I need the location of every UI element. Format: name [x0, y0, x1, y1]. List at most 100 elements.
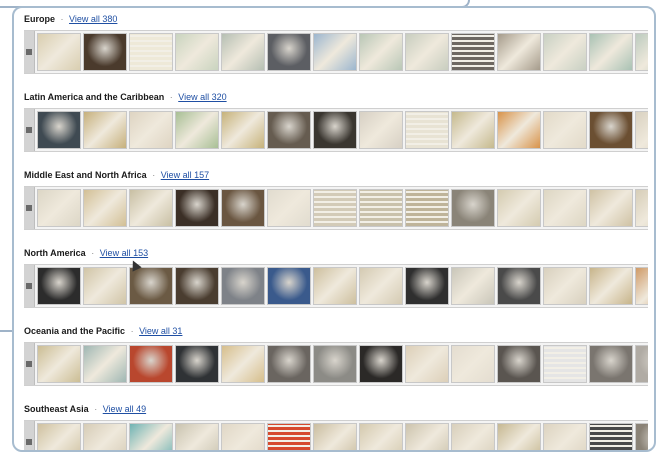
thumbnail-map[interactable] [635, 111, 648, 149]
thumbnail-map[interactable] [497, 423, 541, 450]
view-all-link[interactable]: View all 380 [69, 14, 117, 24]
thumbnail-map[interactable] [313, 423, 357, 450]
view-all-link[interactable]: View all 153 [100, 248, 148, 258]
thumbnail-map[interactable] [635, 33, 648, 71]
thumbnail-map[interactable] [451, 345, 495, 383]
thumbnail-map[interactable] [543, 189, 587, 227]
thumbnail-photo[interactable] [267, 33, 311, 71]
thumbnail-doc[interactable] [405, 111, 449, 149]
thumbnail-photo[interactable] [497, 345, 541, 383]
thumbnail-map[interactable] [497, 189, 541, 227]
thumbnail-map[interactable] [451, 111, 495, 149]
thumbnail-map[interactable] [497, 33, 541, 71]
thumbnail-doc[interactable] [589, 423, 633, 450]
thumbnail-map[interactable] [313, 33, 357, 71]
thumbnail-map[interactable] [175, 33, 219, 71]
scroll-left-button[interactable] [24, 343, 35, 385]
thumbnail-doc[interactable] [405, 189, 449, 227]
thumbnail-photo[interactable] [313, 111, 357, 149]
thumbnail-map[interactable] [451, 423, 495, 450]
thumbnail-map[interactable] [405, 33, 449, 71]
thumbnail-photo[interactable] [313, 345, 357, 383]
thumbnail-map[interactable] [451, 267, 495, 305]
thumbnail-photo[interactable] [37, 111, 81, 149]
thumbnail-map[interactable] [221, 111, 265, 149]
thumbnail-map[interactable] [635, 267, 648, 305]
thumbnail-map[interactable] [83, 267, 127, 305]
thumbnail-map[interactable] [313, 267, 357, 305]
thumbnail-map[interactable] [543, 267, 587, 305]
thumbnail-map[interactable] [589, 267, 633, 305]
thumbnail-photo[interactable] [83, 33, 127, 71]
scroll-left-button[interactable] [24, 421, 35, 450]
thumbnail-map[interactable] [543, 423, 587, 450]
thumbnail-photo[interactable] [405, 267, 449, 305]
thumbnail-map[interactable] [359, 423, 403, 450]
thumbnail-map[interactable] [221, 33, 265, 71]
thumbnail-photo[interactable] [497, 267, 541, 305]
thumbnail-photo[interactable] [359, 345, 403, 383]
thumbnail-photo[interactable] [221, 267, 265, 305]
thumbnail-map[interactable] [589, 33, 633, 71]
thumbnail-map[interactable] [83, 111, 127, 149]
thumbnail-map[interactable] [37, 423, 81, 450]
thumbnail-photo[interactable] [589, 345, 633, 383]
thumbnail-doc[interactable] [267, 423, 311, 450]
thumbnail-map[interactable] [359, 267, 403, 305]
thumbnail-photo[interactable] [175, 345, 219, 383]
thumbnail-map[interactable] [37, 33, 81, 71]
view-all-link[interactable]: View all 157 [161, 170, 209, 180]
thumbnail-doc[interactable] [129, 33, 173, 71]
thumbnail-map[interactable] [359, 111, 403, 149]
thumbnail-map[interactable] [83, 345, 127, 383]
thumbnail-map[interactable] [175, 111, 219, 149]
thumbnail-map[interactable] [497, 111, 541, 149]
region-title: Southeast Asia [24, 404, 89, 414]
thumbnail-map[interactable] [543, 33, 587, 71]
thumbnail-photo[interactable] [37, 267, 81, 305]
thumbnail-photo[interactable] [635, 423, 648, 450]
thumbnail-doc[interactable] [359, 189, 403, 227]
view-all-link[interactable]: View all 320 [178, 92, 226, 102]
thumbnail-map[interactable] [221, 423, 265, 450]
thumbnail-map[interactable] [589, 189, 633, 227]
thumbnail-map[interactable] [175, 423, 219, 450]
thumbnail-photo[interactable] [589, 111, 633, 149]
thumbnail-map[interactable] [37, 345, 81, 383]
thumbnail-photo[interactable] [267, 267, 311, 305]
thumbnail-map[interactable] [37, 189, 81, 227]
thumbnail-map[interactable] [129, 189, 173, 227]
thumbnail-doc[interactable] [543, 345, 587, 383]
view-all-link[interactable]: View all 49 [103, 404, 146, 414]
scroll-left-button[interactable] [24, 109, 35, 151]
thumbnail-doc[interactable] [313, 189, 357, 227]
arrow-icon [26, 283, 32, 289]
thumbnail-map[interactable] [359, 33, 403, 71]
thumbnail-map[interactable] [129, 423, 173, 450]
thumbnail-photo[interactable] [175, 189, 219, 227]
scroll-left-button[interactable] [24, 187, 35, 229]
thumbnail-map[interactable] [635, 189, 648, 227]
view-all-link[interactable]: View all 31 [139, 326, 182, 336]
thumbnail-map[interactable] [267, 189, 311, 227]
thumbnail-map[interactable] [405, 423, 449, 450]
thumbnail-photo[interactable] [635, 345, 648, 383]
region-title: Europe [24, 14, 56, 24]
thumbnail-photo[interactable] [129, 267, 173, 305]
thumbnail-map[interactable] [83, 423, 127, 450]
thumbnail-photo[interactable] [175, 267, 219, 305]
thumbnail-photo[interactable] [451, 189, 495, 227]
scroll-left-button[interactable] [24, 31, 35, 73]
thumbnail-map[interactable] [129, 111, 173, 149]
region-north-america: North America · View all 153 [24, 246, 648, 308]
thumbnail-photo[interactable] [267, 345, 311, 383]
thumbnail-photo[interactable] [221, 189, 265, 227]
thumbnail-doc[interactable] [451, 33, 495, 71]
thumbnail-photo[interactable] [267, 111, 311, 149]
thumbnail-map[interactable] [83, 189, 127, 227]
thumbnail-map[interactable] [221, 345, 265, 383]
thumbnail-photo[interactable] [129, 345, 173, 383]
thumbnail-map[interactable] [405, 345, 449, 383]
scroll-left-button[interactable] [24, 265, 35, 307]
thumbnail-map[interactable] [543, 111, 587, 149]
